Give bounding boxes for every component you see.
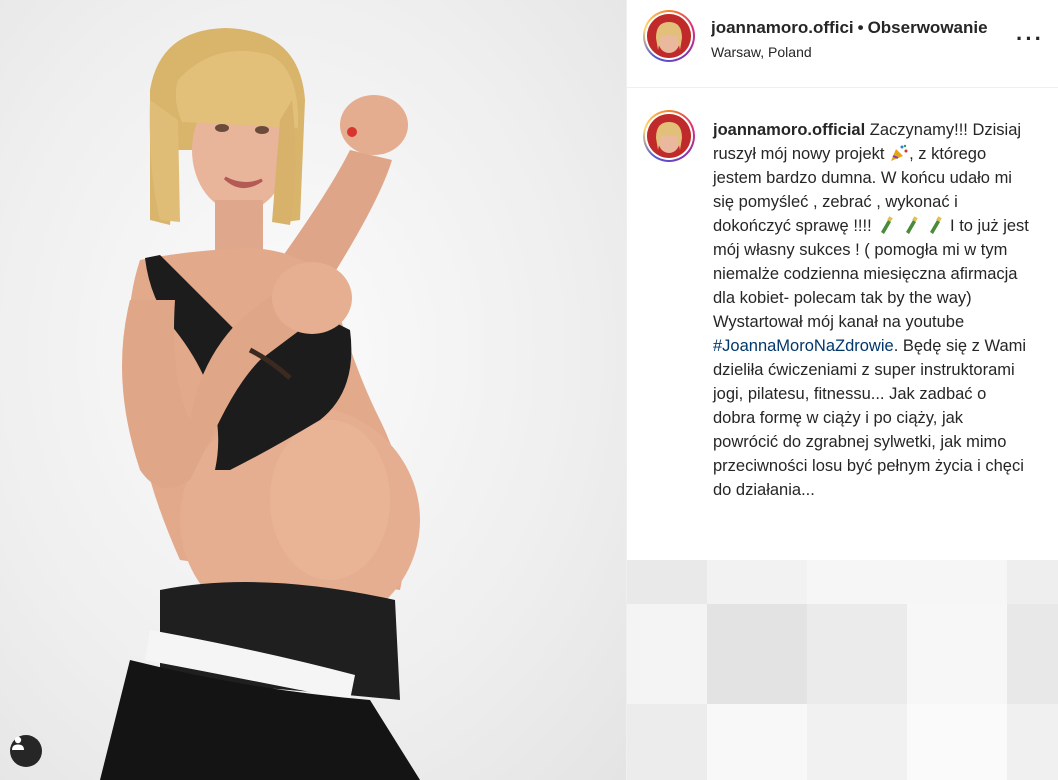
more-horizontal-icon: ··· [1016,26,1044,51]
avatar[interactable] [643,10,695,62]
blurred-comments [627,560,1058,780]
person-tag-icon [12,736,24,750]
caption-text: Wystartował mój kanał na youtube [713,313,965,331]
tag-user-button[interactable] [10,735,42,767]
location-link[interactable]: Warsaw, Poland [711,44,1011,60]
caption-avatar[interactable] [643,110,695,162]
post-image [100,28,420,780]
avatar-image [647,14,691,58]
post-header: joannamoro.offici • Obserwowanie Warsaw,… [627,0,1058,88]
hashtag-link[interactable]: #JoannaMoroNaZdrowie [713,337,894,355]
post-caption: joannamoro.official Zaczynamy!!! Dzisiaj… [713,118,1029,502]
following-button[interactable]: Obserwowanie [868,18,988,38]
post-sidebar: joannamoro.offici • Obserwowanie Warsaw,… [626,0,1058,780]
caption-text: . Będę się z Wami dzieliła ćwiczeniami z… [713,337,1027,499]
party-popper-icon [891,144,908,161]
champagne-icon [905,216,918,234]
post-photo[interactable] [0,0,626,780]
champagne-icon [881,216,893,234]
caption-username-link[interactable]: joannamoro.official [713,121,865,139]
separator-dot: • [857,18,864,37]
more-options-button[interactable]: ··· [1016,28,1044,50]
header-username-link[interactable]: joannamoro.offici [711,18,854,38]
caption-section: joannamoro.official Zaczynamy!!! Dzisiaj… [627,88,1058,560]
champagne-icon [930,216,943,234]
avatar-image [647,114,691,158]
